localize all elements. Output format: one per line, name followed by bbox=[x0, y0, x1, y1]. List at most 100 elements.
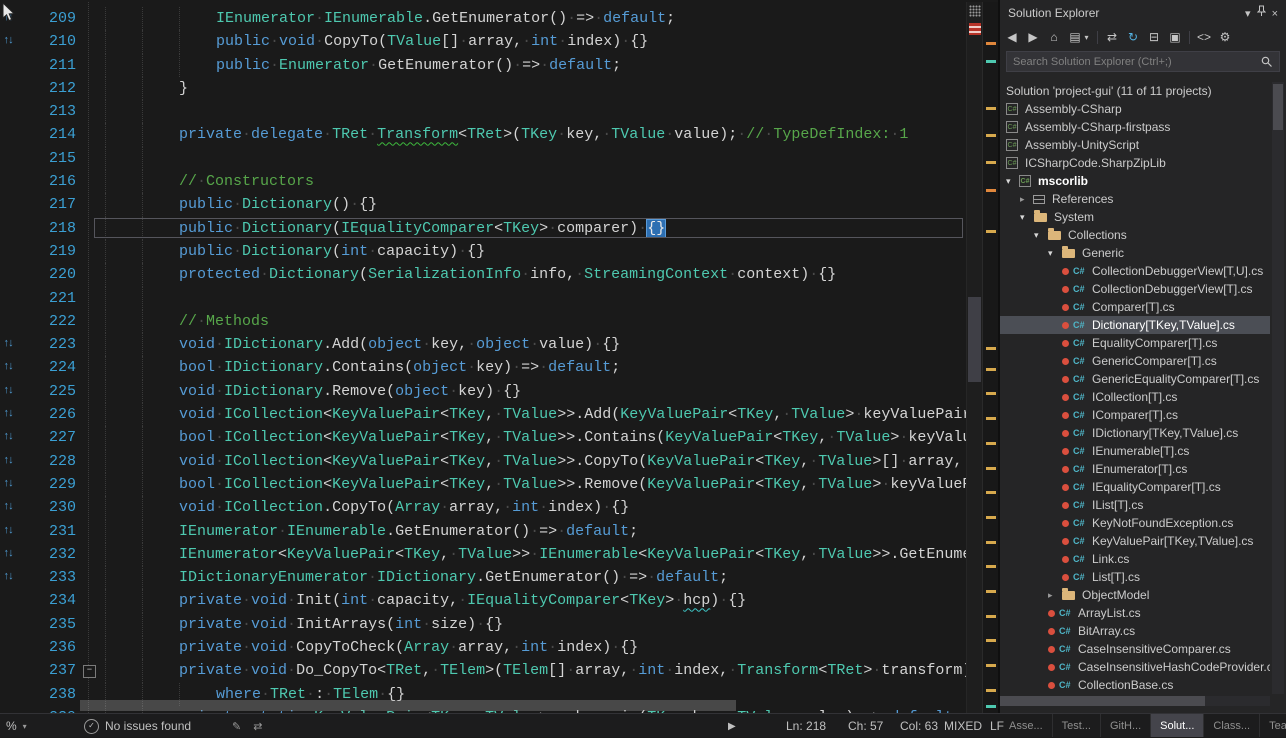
back-icon[interactable]: ◀ bbox=[1005, 30, 1019, 44]
chevron-expanded-icon[interactable]: ▾ bbox=[1034, 230, 1047, 241]
code-line[interactable]: 218public·Dictionary(IEqualityComparer<T… bbox=[0, 217, 966, 240]
interface-implementation-icon[interactable]: ↑↓ bbox=[3, 543, 12, 566]
interface-implementation-icon[interactable]: ↑↓ bbox=[3, 496, 12, 519]
fold-collapse-icon[interactable]: − bbox=[83, 665, 96, 678]
interface-implementation-icon[interactable]: ↑↓ bbox=[3, 566, 12, 589]
close-icon[interactable]: × bbox=[1272, 8, 1278, 20]
interface-implementation-icon[interactable]: ↑↓ bbox=[3, 426, 12, 449]
code-line[interactable]: 212} bbox=[0, 77, 966, 100]
search-input[interactable]: Search Solution Explorer (Ctrl+;) bbox=[1006, 51, 1280, 72]
interface-implementation-icon[interactable]: ↑↓ bbox=[3, 403, 12, 426]
code-line[interactable]: 213 bbox=[0, 100, 966, 123]
tree-item[interactable]: C#ICollection[T].cs bbox=[1000, 388, 1270, 406]
panel-tab[interactable]: Asse... bbox=[1000, 714, 1053, 737]
chevron-expanded-icon[interactable]: ▾ bbox=[1020, 212, 1033, 223]
interface-implementation-icon[interactable]: ↑↓ bbox=[3, 520, 12, 543]
code-line[interactable]: ↑↓226void·ICollection<KeyValuePair<TKey,… bbox=[0, 403, 966, 426]
code-line[interactable]: ↑↓210public·void·CopyTo(TValue[]·array,·… bbox=[0, 30, 966, 53]
panel-tab[interactable]: Tea... bbox=[1260, 714, 1286, 737]
scrollbar-splitter-grip[interactable] bbox=[969, 5, 981, 17]
tree-item[interactable]: C#GenericComparer[T].cs bbox=[1000, 352, 1270, 370]
code-line[interactable]: ↑↓231IEnumerator·IEnumerable.GetEnumerat… bbox=[0, 520, 966, 543]
explorer-vertical-scrollbar[interactable] bbox=[1272, 82, 1284, 694]
sync-status-icon[interactable]: ⇄ bbox=[253, 720, 262, 733]
tree-item[interactable]: ▾Generic bbox=[1000, 244, 1270, 262]
tree-item[interactable]: C#IDictionary[TKey,TValue].cs bbox=[1000, 424, 1270, 442]
tree-item[interactable]: C#List[T].cs bbox=[1000, 568, 1270, 586]
tree-item[interactable]: C#ICSharpCode.SharpZipLib bbox=[1000, 154, 1270, 172]
tree-item[interactable]: C#CaseInsensitiveHashCodeProvider.cs bbox=[1000, 658, 1270, 676]
chevron-expanded-icon[interactable]: ▾ bbox=[1048, 248, 1061, 259]
tree-item[interactable]: ▾System bbox=[1000, 208, 1270, 226]
code-line[interactable]: ↑↓227bool·ICollection<KeyValuePair<TKey,… bbox=[0, 426, 966, 449]
tree-item[interactable]: C#Comparer[T].cs bbox=[1000, 298, 1270, 316]
interface-implementation-icon[interactable]: ↑↓ bbox=[3, 380, 12, 403]
code-line[interactable]: 215 bbox=[0, 147, 966, 170]
code-line[interactable]: 217public·Dictionary()·{} bbox=[0, 193, 966, 216]
code-line[interactable]: ↑↓224bool·IDictionary.Contains(object·ke… bbox=[0, 356, 966, 379]
code-line[interactable]: 222//·Methods bbox=[0, 310, 966, 333]
tree-item[interactable]: C#Assembly-UnityScript bbox=[1000, 136, 1270, 154]
switch-views-caret-icon[interactable]: ▾ bbox=[1083, 33, 1090, 42]
properties-icon[interactable]: ⚙ bbox=[1218, 30, 1232, 44]
panel-tab-active[interactable]: Solut... bbox=[1151, 714, 1204, 737]
view-code-icon[interactable]: <> bbox=[1197, 30, 1211, 44]
line-indicator[interactable]: Ln: 218 bbox=[786, 714, 826, 738]
tree-item[interactable]: ▾Collections bbox=[1000, 226, 1270, 244]
editor-vertical-scrollbar[interactable] bbox=[966, 2, 983, 713]
tree-item[interactable]: C#KeyNotFoundException.cs bbox=[1000, 514, 1270, 532]
sync-with-active-document-icon[interactable]: ⇄ bbox=[1105, 30, 1119, 44]
panel-tab[interactable]: Test... bbox=[1053, 714, 1101, 737]
tree-item[interactable]: C#IEnumerator[T].cs bbox=[1000, 460, 1270, 478]
tree-item[interactable]: C#BitArray.cs bbox=[1000, 622, 1270, 640]
interface-implementation-icon[interactable]: ↑↓ bbox=[3, 473, 12, 496]
interface-implementation-icon[interactable]: ↑↓ bbox=[3, 333, 12, 356]
code-line[interactable]: 237private·void·Do_CopyTo<TRet,·TElem>(T… bbox=[0, 659, 966, 682]
pencil-icon[interactable]: ✎ bbox=[232, 720, 241, 733]
tree-item[interactable]: C#EqualityComparer[T].cs bbox=[1000, 334, 1270, 352]
code-line[interactable]: ↑↓230void·ICollection.CopyTo(Array·array… bbox=[0, 496, 966, 519]
refresh-icon[interactable]: ↻ bbox=[1126, 30, 1140, 44]
code-line[interactable]: 211public·Enumerator·GetEnumerator()·=>·… bbox=[0, 54, 966, 77]
panel-tab[interactable]: Class... bbox=[1204, 714, 1260, 737]
tree-item[interactable]: C#CollectionDebuggerView[T,U].cs bbox=[1000, 262, 1270, 280]
tree-item[interactable]: C#Assembly-CSharp bbox=[1000, 100, 1270, 118]
char-indicator[interactable]: Ch: 57 bbox=[848, 714, 883, 738]
play-icon[interactable]: ▶ bbox=[728, 714, 736, 738]
code-line[interactable]: 236private·void·CopyToCheck(Array·array,… bbox=[0, 636, 966, 659]
tree-item[interactable]: C#CollectionDebuggerView[T].cs bbox=[1000, 280, 1270, 298]
tree-item[interactable]: ▾C#mscorlib bbox=[1000, 172, 1270, 190]
code-lines[interactable]: ↑↓209IEnumerator·IEnumerable.GetEnumerat… bbox=[0, 2, 966, 713]
code-line[interactable]: ↑↓228void·ICollection<KeyValuePair<TKey,… bbox=[0, 450, 966, 473]
code-line[interactable]: ↑↓225void·IDictionary.Remove(object·key)… bbox=[0, 380, 966, 403]
switch-views-icon[interactable]: ▤ bbox=[1068, 30, 1082, 44]
tree-item[interactable]: Solution 'project-gui' (11 of 11 project… bbox=[1000, 82, 1270, 100]
editor-horizontal-scrollbar[interactable] bbox=[0, 700, 966, 711]
home-icon[interactable]: ⌂ bbox=[1047, 30, 1061, 44]
code-line[interactable]: 219public·Dictionary(int·capacity)·{} bbox=[0, 240, 966, 263]
tree-item[interactable]: C#CollectionBase.cs bbox=[1000, 676, 1270, 694]
forward-icon[interactable]: ▶ bbox=[1026, 30, 1040, 44]
column-indicator[interactable]: Col: 63 bbox=[900, 714, 938, 738]
code-line[interactable]: ↑↓209IEnumerator·IEnumerable.GetEnumerat… bbox=[0, 7, 966, 30]
tree-item[interactable]: C#CaseInsensitiveComparer.cs bbox=[1000, 640, 1270, 658]
tree-item[interactable]: C#IEqualityComparer[T].cs bbox=[1000, 478, 1270, 496]
code-line[interactable]: 235private·void·InitArrays(int·size)·{} bbox=[0, 613, 966, 636]
code-line[interactable]: 234private·void·Init(int·capacity,·IEqua… bbox=[0, 589, 966, 612]
chevron-collapsed-icon[interactable]: ▸ bbox=[1048, 590, 1061, 601]
vertical-scrollbar-thumb[interactable] bbox=[968, 297, 981, 382]
tree-item[interactable]: C#IEnumerable[T].cs bbox=[1000, 442, 1270, 460]
explorer-vscroll-thumb[interactable] bbox=[1273, 84, 1283, 130]
code-line[interactable]: 216//·Constructors bbox=[0, 170, 966, 193]
indent-mode-indicator[interactable]: MIXED bbox=[944, 714, 982, 738]
tree-item[interactable]: C#IList[T].cs bbox=[1000, 496, 1270, 514]
tree-item[interactable]: C#ArrayList.cs bbox=[1000, 604, 1270, 622]
pin-icon[interactable] bbox=[1257, 8, 1266, 20]
issues-indicator[interactable]: ✓ No issues found bbox=[84, 714, 191, 738]
code-line[interactable]: ↑↓233IDictionaryEnumerator·IDictionary.G… bbox=[0, 566, 966, 589]
tree-item[interactable]: C#IComparer[T].cs bbox=[1000, 406, 1270, 424]
show-all-files-icon[interactable]: ▣ bbox=[1168, 30, 1182, 44]
code-line[interactable]: 220protected·Dictionary(SerializationInf… bbox=[0, 263, 966, 286]
chevron-collapsed-icon[interactable]: ▸ bbox=[1020, 194, 1033, 205]
code-line[interactable]: ↑↓223void·IDictionary.Add(object·key,·ob… bbox=[0, 333, 966, 356]
